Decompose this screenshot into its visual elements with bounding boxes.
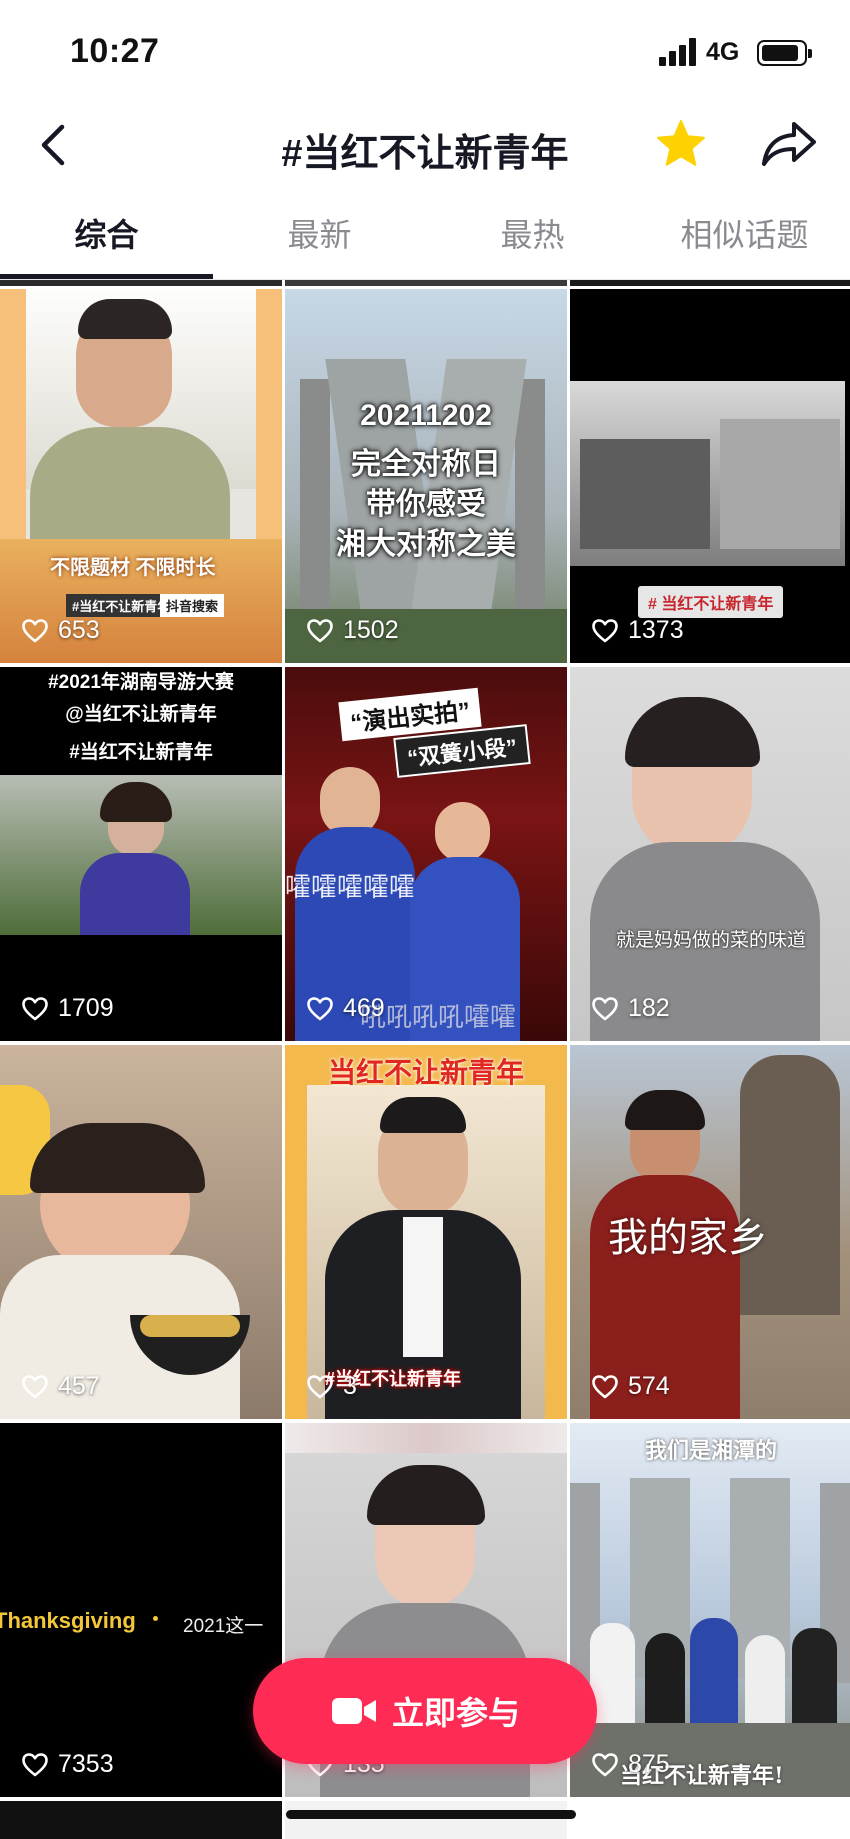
video-card[interactable]: # 当红不让新青年 1373 [570, 289, 850, 663]
heart-icon [307, 1374, 333, 1398]
video-card[interactable]: Thanksgiving 2021这一 7353 [0, 1423, 282, 1797]
heart-icon [307, 996, 333, 1020]
join-now-button[interactable]: 立即参与 [253, 1658, 597, 1764]
video-card[interactable]: 当红不让新青年 #当红不让新青年 3 [285, 1045, 567, 1419]
video-card[interactable]: 457 [0, 1045, 282, 1419]
video-card[interactable]: 我的家乡 574 [570, 1045, 850, 1419]
video-search-tag: 抖音搜索 [160, 594, 225, 617]
heart-icon [22, 618, 48, 642]
like-count-value: 182 [628, 994, 670, 1022]
like-count-value: 875 [628, 1750, 670, 1778]
video-overlay-text: 带你感受 [366, 488, 486, 521]
tab-comprehensive[interactable]: 综合 [0, 210, 213, 256]
video-overlay-text: 当红不让新青年 [327, 1057, 524, 1088]
nav-bar: #当红不让新青年 [0, 100, 850, 190]
join-now-label: 立即参与 [391, 1695, 520, 1731]
video-overlay-text: @当红不让新青年 [65, 704, 217, 725]
share-icon [762, 122, 816, 166]
like-count: 3 [307, 1372, 357, 1401]
status-bar: 10:27 4G [0, 0, 850, 100]
like-count: 469 [307, 994, 385, 1023]
page-title: #当红不让新青年 [281, 133, 569, 175]
video-card[interactable]: #2021年湖南导游大赛 @当红不让新青年 #当红不让新青年 1709 [0, 667, 282, 1041]
like-count-value: 1373 [628, 616, 684, 644]
video-overlay-text: #2021年湖南导游大赛 [48, 672, 234, 693]
video-card[interactable]: “演出实拍” “双簧小段” 嚯嚯嚯嚯嚯 吼吼吼吼嚯嚯 469 [285, 667, 567, 1041]
like-count: 1709 [22, 994, 114, 1023]
home-indicator [286, 1810, 576, 1819]
like-count: 182 [592, 994, 670, 1023]
heart-icon [22, 996, 48, 1020]
like-count-value: 469 [343, 994, 385, 1022]
like-count-value: 653 [58, 616, 100, 644]
video-overlay-text: 湘大对称之美 [336, 528, 516, 561]
video-overlay-text: 完全对称日 [351, 448, 501, 481]
video-overlay-text: 20211202 [360, 399, 492, 432]
tab-bar: 综合 最新 最热 相似话题 [0, 190, 850, 280]
tab-hottest[interactable]: 最热 [426, 210, 639, 256]
tab-similar-topics[interactable]: 相似话题 [639, 210, 850, 256]
like-count: 653 [22, 616, 100, 645]
video-card[interactable]: 20211202 完全对称日 带你感受 湘大对称之美 1502 [285, 289, 567, 663]
heart-icon [592, 618, 618, 642]
video-overlay-text: Thanksgiving [0, 1608, 136, 1633]
video-card[interactable]: 我们是湘潭的 当红不让新青年! 875 [570, 1423, 850, 1797]
like-count: 1373 [592, 616, 684, 645]
like-count-value: 3 [343, 1372, 357, 1400]
like-count-value: 1709 [58, 994, 114, 1022]
heart-icon [592, 996, 618, 1020]
video-overlay-text: 我们是湘潭的 [644, 1438, 777, 1464]
video-overlay-text: 我的家乡 [608, 1216, 768, 1260]
video-overlay-text: 2021这一 [183, 1616, 264, 1637]
video-card[interactable]: 不限题材 不限时长 #当红不让新青年 抖音搜索 653 [0, 289, 282, 663]
share-button[interactable] [760, 118, 820, 170]
like-count-value: 7353 [58, 1750, 114, 1778]
heart-icon [22, 1752, 48, 1776]
heart-icon [592, 1752, 618, 1776]
active-tab-indicator [0, 274, 213, 279]
signal-icon [659, 38, 697, 66]
like-count-value: 457 [58, 1372, 100, 1400]
like-count-value: 1502 [343, 616, 399, 644]
battery-icon [757, 40, 812, 66]
like-count: 457 [22, 1372, 100, 1401]
favorite-button[interactable] [655, 118, 707, 170]
video-camera-icon [331, 1698, 376, 1724]
like-count: 7353 [22, 1750, 114, 1779]
video-overlay-text: 不限题材 不限时长 [50, 557, 216, 579]
like-count: 1502 [307, 616, 399, 645]
heart-icon [307, 618, 333, 642]
heart-icon [22, 1374, 48, 1398]
heart-icon [592, 1374, 618, 1398]
like-count: 875 [592, 1750, 670, 1779]
video-overlay-text: #当红不让新青年 [69, 742, 213, 763]
video-grid: 不限题材 不限时长 #当红不让新青年 抖音搜索 653 20211202 完全对… [0, 280, 850, 1839]
video-overlay-text: 嚯嚯嚯嚯嚯 [285, 872, 416, 902]
network-label: 4G [706, 38, 740, 66]
like-count-value: 574 [628, 1372, 670, 1400]
like-count: 574 [592, 1372, 670, 1401]
tab-latest[interactable]: 最新 [213, 210, 426, 256]
video-card[interactable]: 就是妈妈做的菜的味道 182 [570, 667, 850, 1041]
video-overlay-text: 就是妈妈做的菜的味道 [615, 930, 806, 951]
star-icon [657, 120, 705, 166]
status-time: 10:27 [70, 32, 160, 70]
video-hashtag-tag: # 当红不让新青年 [638, 586, 784, 618]
